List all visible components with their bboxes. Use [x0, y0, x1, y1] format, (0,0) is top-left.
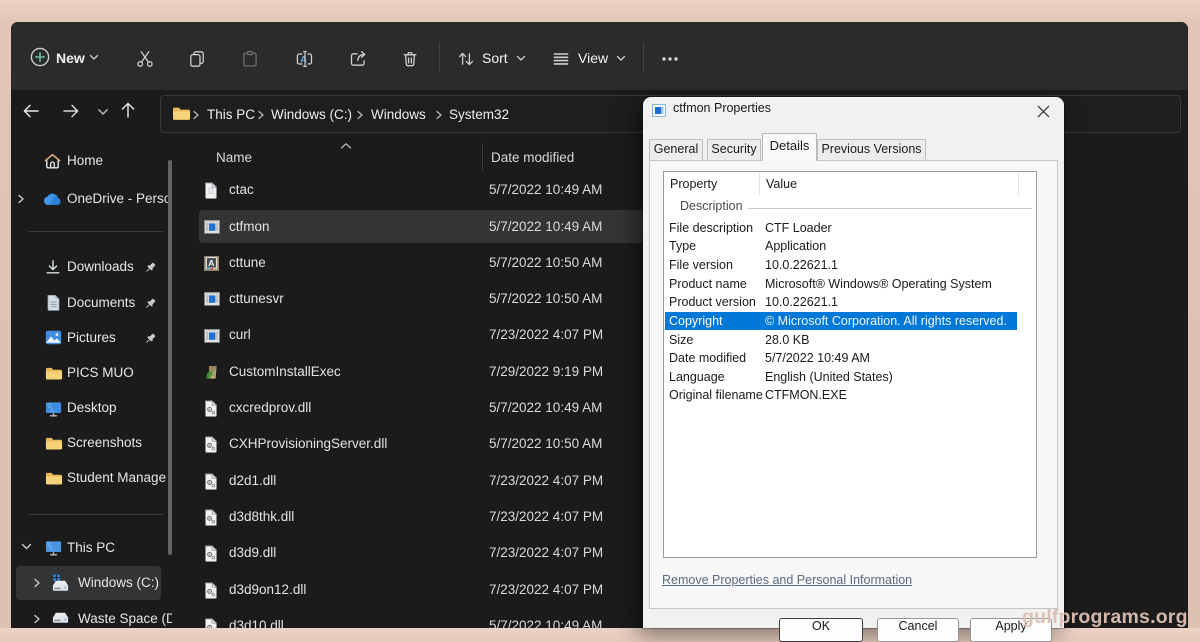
svg-text:A: A — [300, 54, 307, 65]
svg-text:A: A — [208, 258, 214, 268]
